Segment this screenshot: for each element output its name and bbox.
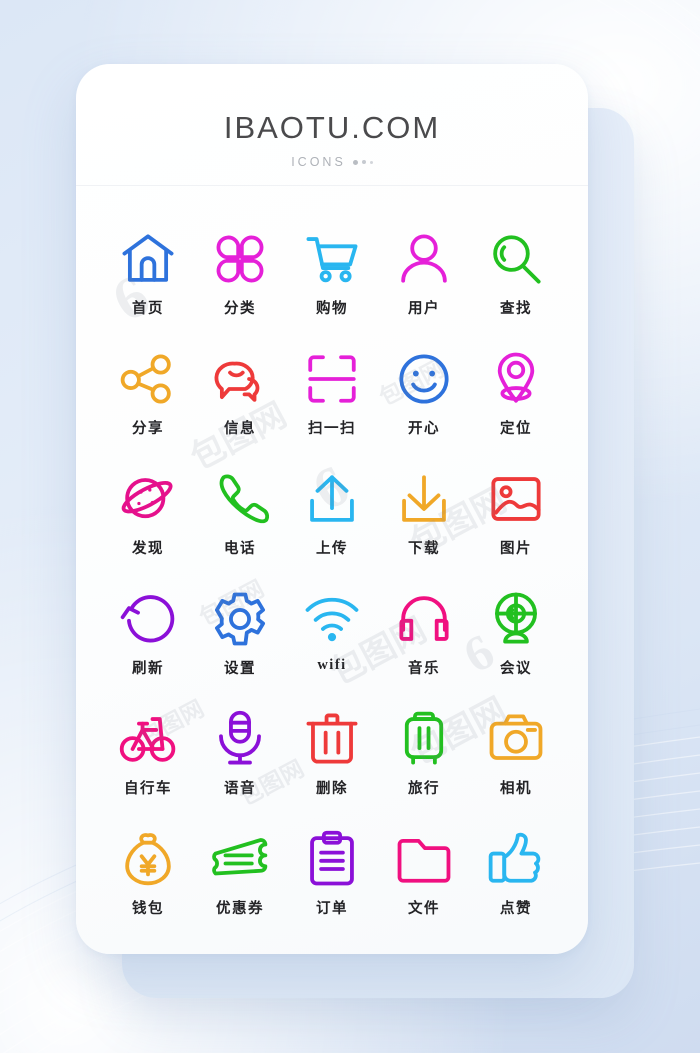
categories-icon[interactable] xyxy=(211,230,269,288)
icon-label: 分类 xyxy=(224,301,256,317)
icon-label: wifi xyxy=(317,657,347,673)
icon-label: 下载 xyxy=(408,541,440,557)
subtitle-row: ICONS xyxy=(76,155,588,169)
icon-cell-share[interactable]: 分享 xyxy=(102,350,194,438)
icon-cell-headphones[interactable]: 音乐 xyxy=(378,590,470,678)
icon-label: 文件 xyxy=(408,901,440,917)
icon-label: 音乐 xyxy=(408,661,440,677)
icon-cell-folder[interactable]: 文件 xyxy=(378,830,470,918)
page-subtitle: ICONS xyxy=(291,155,346,169)
phone-icon[interactable] xyxy=(211,470,269,528)
icon-cell-camera[interactable]: 相机 xyxy=(470,710,562,798)
icon-label: 优惠券 xyxy=(216,901,264,917)
icon-label: 信息 xyxy=(224,421,256,437)
icon-cell-scan[interactable]: 扫一扫 xyxy=(286,350,378,438)
wallet-icon[interactable] xyxy=(119,830,177,888)
icon-cell-download[interactable]: 下载 xyxy=(378,470,470,558)
message-icon[interactable] xyxy=(211,350,269,408)
icon-grid: 首页 分类 购物 用户 查找分享 信息 扫一扫 开心 定位发现 电话 上传 下载 图片刷新 设置 wifi 音… xyxy=(76,230,588,918)
icon-label: 相机 xyxy=(500,781,532,797)
icon-label: 扫一扫 xyxy=(308,421,356,437)
icon-cell-gear[interactable]: 设置 xyxy=(194,590,286,678)
icon-cell-refresh[interactable]: 刷新 xyxy=(102,590,194,678)
card-header: IBAOTU.COM ICONS xyxy=(76,64,588,186)
icon-cell-location-pin[interactable]: 定位 xyxy=(470,350,562,438)
user-icon[interactable] xyxy=(395,230,453,288)
icon-label: 语音 xyxy=(224,781,256,797)
icon-label: 钱包 xyxy=(132,901,164,917)
icon-label: 分享 xyxy=(132,421,164,437)
icon-label: 旅行 xyxy=(408,781,440,797)
home-icon[interactable] xyxy=(119,230,177,288)
icon-cell-image[interactable]: 图片 xyxy=(470,470,562,558)
clipboard-icon[interactable] xyxy=(303,830,361,888)
image-icon[interactable] xyxy=(487,470,545,528)
luggage-icon[interactable] xyxy=(395,710,453,768)
icon-cell-categories[interactable]: 分类 xyxy=(194,230,286,318)
icon-label: 首页 xyxy=(132,301,164,317)
search-icon[interactable] xyxy=(487,230,545,288)
bicycle-icon[interactable] xyxy=(119,710,177,768)
icon-label: 删除 xyxy=(316,781,348,797)
icon-cell-planet[interactable]: 发现 xyxy=(102,470,194,558)
icon-label: 会议 xyxy=(500,661,532,677)
icon-label: 用户 xyxy=(408,301,440,317)
icon-cell-bicycle[interactable]: 自行车 xyxy=(102,710,194,798)
page-title: IBAOTU.COM xyxy=(223,110,441,145)
smiley-icon[interactable] xyxy=(395,350,453,408)
icon-cell-shopping-cart[interactable]: 购物 xyxy=(286,230,378,318)
microphone-icon[interactable] xyxy=(211,710,269,768)
icon-label: 刷新 xyxy=(132,661,164,677)
icon-cell-message[interactable]: 信息 xyxy=(194,350,286,438)
icon-cell-luggage[interactable]: 旅行 xyxy=(378,710,470,798)
icon-cell-coupon[interactable]: 优惠券 xyxy=(194,830,286,918)
shopping-cart-icon[interactable] xyxy=(303,230,361,288)
gear-icon[interactable] xyxy=(211,590,269,648)
icon-label: 上传 xyxy=(316,541,348,557)
dots-decoration xyxy=(352,159,373,165)
camera-icon[interactable] xyxy=(487,710,545,768)
icon-cell-upload[interactable]: 上传 xyxy=(286,470,378,558)
folder-icon[interactable] xyxy=(395,830,453,888)
trash-icon[interactable] xyxy=(303,710,361,768)
download-icon[interactable] xyxy=(395,470,453,528)
icon-label: 自行车 xyxy=(124,781,172,797)
icon-cell-thumbs-up[interactable]: 点赞 xyxy=(470,830,562,918)
icon-label: 开心 xyxy=(408,421,440,437)
webcam-icon[interactable] xyxy=(487,590,545,648)
icon-label: 查找 xyxy=(500,301,532,317)
planet-icon[interactable] xyxy=(119,470,177,528)
share-icon[interactable] xyxy=(119,350,177,408)
icon-label: 图片 xyxy=(500,541,532,557)
refresh-icon[interactable] xyxy=(119,590,177,648)
icon-label: 发现 xyxy=(132,541,164,557)
icon-label: 点赞 xyxy=(500,901,532,917)
coupon-icon[interactable] xyxy=(211,830,269,888)
icon-cell-wallet[interactable]: 钱包 xyxy=(102,830,194,918)
icon-cell-home[interactable]: 首页 xyxy=(102,230,194,318)
icon-cell-wifi[interactable]: wifi xyxy=(286,590,378,678)
icon-cell-user[interactable]: 用户 xyxy=(378,230,470,318)
icon-cell-clipboard[interactable]: 订单 xyxy=(286,830,378,918)
icon-label: 订单 xyxy=(316,901,348,917)
icon-label: 定位 xyxy=(500,421,532,437)
icon-cell-webcam[interactable]: 会议 xyxy=(470,590,562,678)
icon-set-card: IBAOTU.COM ICONS 首页 分类 购物 用户 查找分享 信息 扫一扫 开心 定位发现… xyxy=(76,64,588,954)
icon-label: 设置 xyxy=(224,661,256,677)
icon-cell-phone[interactable]: 电话 xyxy=(194,470,286,558)
icon-cell-microphone[interactable]: 语音 xyxy=(194,710,286,798)
upload-icon[interactable] xyxy=(303,470,361,528)
icon-cell-smiley[interactable]: 开心 xyxy=(378,350,470,438)
headphones-icon[interactable] xyxy=(395,590,453,648)
scan-icon[interactable] xyxy=(303,350,361,408)
thumbs-up-icon[interactable] xyxy=(487,830,545,888)
wifi-icon[interactable] xyxy=(303,590,361,648)
icon-cell-search[interactable]: 查找 xyxy=(470,230,562,318)
icon-cell-trash[interactable]: 删除 xyxy=(286,710,378,798)
icon-label: 电话 xyxy=(224,541,256,557)
location-pin-icon[interactable] xyxy=(487,350,545,408)
icon-label: 购物 xyxy=(316,301,348,317)
